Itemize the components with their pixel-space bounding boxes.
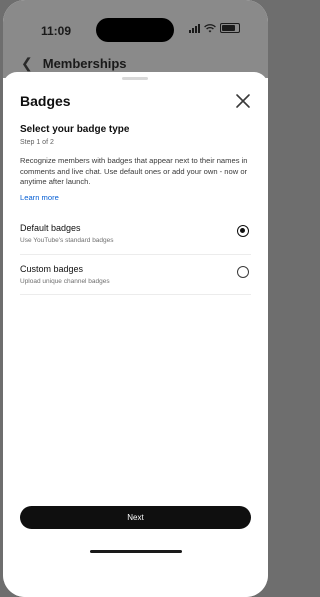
close-icon[interactable] <box>232 90 254 112</box>
description: Recognize members with badges that appea… <box>20 156 248 186</box>
learn-more-link[interactable]: Learn more <box>20 193 59 202</box>
option-custom-badges[interactable]: Custom badges Upload unique channel badg… <box>3 258 268 294</box>
home-indicator[interactable] <box>90 550 182 553</box>
option-title: Custom badges <box>20 264 84 274</box>
battery-icon <box>220 23 240 33</box>
section-heading: Select your badge type <box>20 124 130 135</box>
next-button[interactable]: Next <box>20 506 251 529</box>
badges-sheet: Badges Select your badge type Step 1 of … <box>3 72 268 597</box>
option-subtitle: Upload unique channel badges <box>20 278 110 285</box>
divider <box>20 254 251 255</box>
status-bar: 11:09 <box>3 0 268 42</box>
radio-unselected[interactable] <box>237 266 249 278</box>
divider <box>20 294 251 295</box>
page-title: Memberships <box>42 56 127 71</box>
phone-screen: 11:09 ❮ Memberships Badges Select your b… <box>3 0 268 597</box>
radio-selected[interactable] <box>237 225 249 237</box>
dynamic-island <box>96 18 174 42</box>
sheet-title: Badges <box>20 93 71 109</box>
sheet-grabber[interactable] <box>122 77 148 80</box>
option-default-badges[interactable]: Default badges Use YouTube's standard ba… <box>3 217 268 253</box>
option-subtitle: Use YouTube's standard badges <box>20 237 114 244</box>
header: ❮ Memberships <box>21 55 127 72</box>
option-title: Default badges <box>20 223 81 233</box>
signal-icon <box>189 23 200 33</box>
back-chevron-icon[interactable]: ❮ <box>21 55 33 72</box>
step-indicator: Step 1 of 2 <box>20 139 54 146</box>
status-time: 11:09 <box>41 24 72 38</box>
status-icons <box>189 23 240 33</box>
wifi-icon <box>204 23 216 32</box>
